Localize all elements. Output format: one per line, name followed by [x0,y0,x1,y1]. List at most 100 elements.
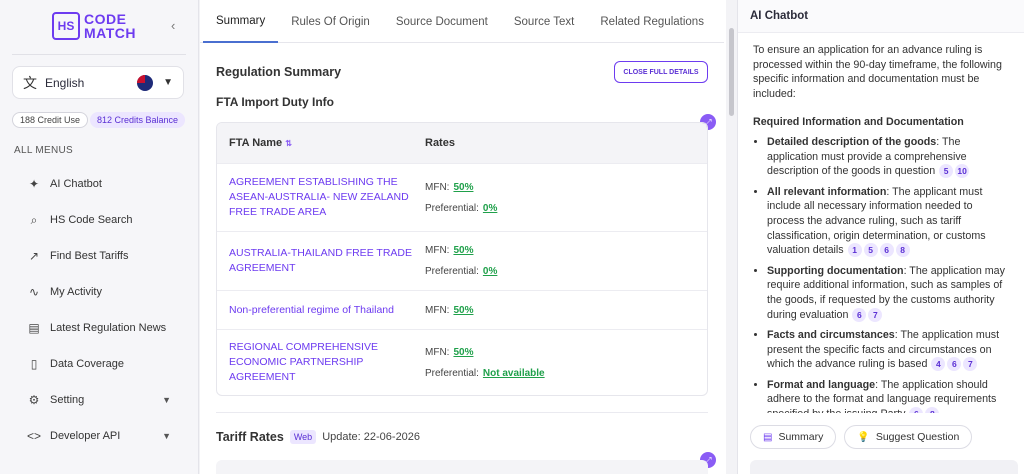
citation-badge[interactable]: 6 [879,243,894,258]
ai-chatbot-panel: AI Chatbot To ensure an application for … [737,0,1024,474]
rates-cell: MFN: 50% Preferential: 0% [413,240,497,282]
language-selector[interactable]: 文 English ▼ [12,66,184,99]
main-scrollbar[interactable] [729,28,734,116]
sidebar-item-latest-regulation-news[interactable]: ▤ Latest Regulation News [0,310,199,346]
summary-button[interactable]: ▤ Summary [750,425,837,449]
tariff-rates-title: Tariff Rates [216,430,284,444]
citation-badge[interactable]: 10 [955,164,970,179]
citation-badge[interactable]: 8 [925,407,940,413]
rates-cell: MFN: 50% Preferential: Not available [413,342,545,384]
chat-input[interactable] [750,460,1018,474]
suggest-question-button[interactable]: 💡 Suggest Question [844,425,973,449]
language-label: English [45,75,85,90]
item-title: All relevant information [767,185,887,198]
section-divider [216,412,708,413]
sparkle-icon: ✦ [28,177,40,191]
tab-source-text[interactable]: Source Text [501,0,588,43]
citation-badge[interactable]: 4 [931,357,946,372]
translate-icon: 文 [23,74,37,91]
trend-icon: ↗ [28,249,40,263]
sidebar-item-setting[interactable]: ⚙ Setting ▼ [0,382,199,418]
table-row: AUSTRALIA-THAILAND FREE TRADE AGREEMENT … [217,231,707,290]
mfn-label: MFN: [425,304,450,316]
sidebar-item-data-coverage[interactable]: ▯ Data Coverage [0,346,199,382]
tab-rules-of-origin[interactable]: Rules Of Origin [278,0,383,43]
citation-badge[interactable]: 1 [847,243,862,258]
list-item: Detailed description of the goods: The a… [767,135,1011,179]
tab-summary[interactable]: Summary [203,0,279,43]
citation-badge[interactable]: 7 [868,307,883,322]
list-item: Format and language: The application sho… [767,378,1011,413]
brand-logo[interactable]: HS CODE MATCH [52,12,136,40]
preferential-rate[interactable]: 0% [483,203,497,214]
document-icon: ▤ [763,431,773,443]
sidebar-item-hs-code-search[interactable]: ⌕ HS Code Search [0,202,199,238]
activity-icon: ∿ [28,285,40,299]
gear-icon: ⚙ [28,393,40,407]
item-title: Format and language [767,378,876,391]
preferential-label: Preferential: [425,367,479,379]
citation-badge[interactable]: 6 [947,357,962,372]
citation-badge[interactable]: 6 [852,307,867,322]
citation-badge[interactable]: 5 [863,243,878,258]
column-header-fta-name[interactable]: FTA Name ⇅ [217,137,413,149]
tariff-update-date: Update: 22-06-2026 [322,431,421,443]
collapse-sidebar-icon[interactable]: ‹ [171,18,175,33]
tab-related-regulations[interactable]: Related Regulations [587,0,717,43]
table-row: REGIONAL COMPREHENSIVE ECONOMIC PARTNERS… [217,329,707,395]
logo-line-2: MATCH [84,25,137,41]
sidebar-item-find-best-tariffs[interactable]: ↗ Find Best Tariffs [0,238,199,274]
sort-icon: ⇅ [285,139,292,148]
fta-name-link[interactable]: REGIONAL COMPREHENSIVE ECONOMIC PARTNERS… [229,340,413,385]
web-badge: Web [289,430,317,444]
logo-badge: HS [52,12,80,40]
fta-table: FTA Name ⇅ Rates AGREEMENT ESTABLISHING T… [216,122,708,396]
close-full-details-button[interactable]: CLOSE FULL DETAILS [614,61,708,83]
chevron-down-icon: ▼ [163,77,173,88]
sidebar-item-my-activity[interactable]: ∿ My Activity [0,274,199,310]
item-title: Detailed description of the goods [767,135,937,148]
table-row: AGREEMENT ESTABLISHING THE ASEAN-AUSTRAL… [217,163,707,231]
sidebar-item-label: Setting [50,394,85,406]
preferential-rate[interactable]: Not available [483,368,545,379]
mfn-label: MFN: [425,346,450,358]
mfn-rate[interactable]: 50% [453,182,473,193]
list-item: All relevant information: The applicant … [767,185,1011,258]
tab-source-document[interactable]: Source Document [383,0,501,43]
tariff-rates-heading: Tariff Rates Web Update: 22-06-2026 [216,430,420,444]
citation-badge[interactable]: 7 [963,357,978,372]
column-header-rates: Rates [425,137,455,149]
mfn-rate[interactable]: 50% [453,347,473,358]
fta-name-link[interactable]: AUSTRALIA-THAILAND FREE TRADE AGREEMENT [229,246,413,276]
chat-intro: To ensure an application for an advance … [753,44,1002,100]
citation-badge[interactable]: 5 [939,164,954,179]
sidebar-item-label: Latest Regulation News [50,322,167,334]
summary-button-label: Summary [778,431,824,443]
preferential-rate[interactable]: 0% [483,266,497,277]
mfn-rate[interactable]: 50% [453,245,473,256]
sidebar-item-label: Find Best Tariffs [50,250,129,262]
chat-message: To ensure an application for an advance … [753,43,1011,413]
tab-bar: Summary Rules Of Origin Source Document … [200,0,724,43]
suggest-button-label: Suggest Question [875,431,960,443]
document-icon: ▯ [30,357,38,371]
fta-name-link[interactable]: AGREEMENT ESTABLISHING THE ASEAN-AUSTRAL… [229,175,413,220]
sidebar-item-developer-api[interactable]: <> Developer API ▼ [0,418,199,454]
menus-title: ALL MENUS [14,145,74,156]
rates-cell: MFN: 50% [413,300,473,321]
logo-line-1: CODE [84,11,127,27]
fta-name-link[interactable]: Non-preferential regime of Thailand [229,303,413,318]
sidebar-menu: ✦ AI Chatbot ⌕ HS Code Search ↗ Find Bes… [0,166,199,454]
chevron-down-icon: ▼ [162,395,171,405]
sidebar-item-ai-chatbot[interactable]: ✦ AI Chatbot [0,166,199,202]
citation-badge[interactable]: 6 [909,407,924,413]
citation-badge[interactable]: 8 [895,243,910,258]
chat-actions: ▤ Summary 💡 Suggest Question [750,425,973,449]
fta-import-duty-title: FTA Import Duty Info [216,95,334,109]
preferential-label: Preferential: [425,202,479,214]
search-icon: ⌕ [30,212,38,227]
sidebar-item-label: Developer API [50,430,121,442]
mfn-label: MFN: [425,181,450,193]
item-title: Supporting documentation [767,264,904,277]
mfn-rate[interactable]: 50% [453,305,473,316]
